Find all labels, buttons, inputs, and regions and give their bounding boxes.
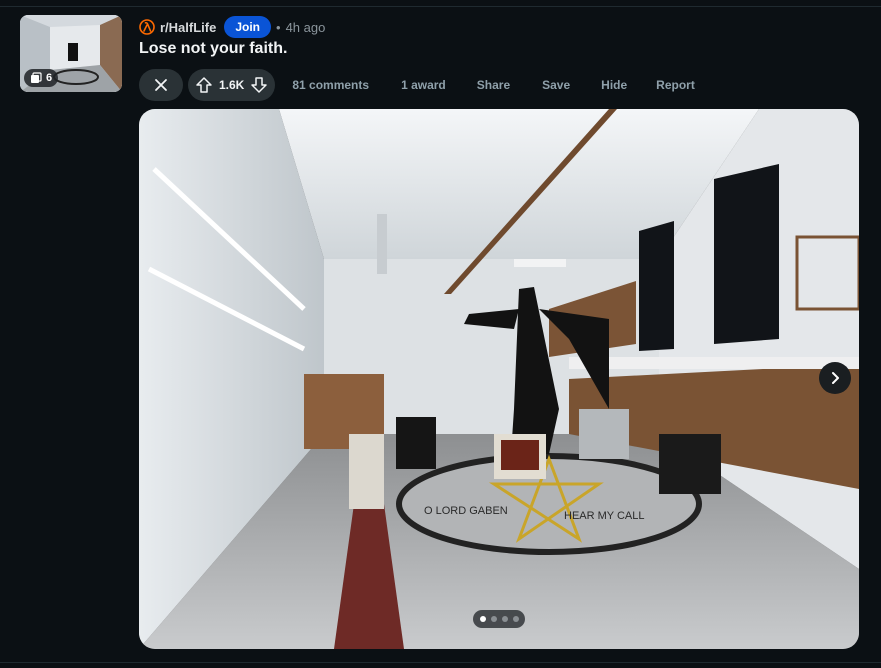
pager-dot-1[interactable]	[479, 616, 486, 622]
hide-button[interactable]: Hide	[601, 69, 627, 101]
post-meta: r/HalfLife Join • 4h ago	[139, 16, 325, 38]
save-button[interactable]: Save	[542, 69, 570, 101]
gallery-count-badge: 6	[24, 69, 59, 87]
comments-button[interactable]: 81 comments	[292, 69, 369, 101]
chevron-right-icon	[832, 372, 839, 384]
close-button[interactable]	[139, 69, 183, 101]
downvote-icon[interactable]	[250, 76, 268, 94]
gallery-icon	[31, 72, 42, 83]
floor-text-right: HEAR MY CALL	[564, 510, 645, 522]
report-button[interactable]: Report	[656, 69, 695, 101]
bottom-divider	[0, 662, 881, 663]
pager-dot-3[interactable]	[501, 616, 508, 622]
post-thumbnail[interactable]: 6	[20, 15, 122, 92]
gallery-count: 6	[46, 72, 53, 84]
upvote-icon[interactable]	[195, 76, 213, 94]
vote-control: 1.6K	[188, 69, 276, 101]
pager-dot-2[interactable]	[490, 616, 497, 622]
subreddit-link[interactable]: r/HalfLife	[160, 20, 216, 35]
next-slide-button[interactable]	[819, 362, 851, 394]
post-age: 4h ago	[285, 19, 326, 35]
share-button[interactable]: Share	[477, 69, 510, 101]
award-button[interactable]: 1 award	[401, 69, 446, 101]
top-divider	[0, 6, 881, 7]
slide-pager	[473, 610, 525, 628]
action-bar: 1.6K 81 comments 1 award Share Save Hide…	[139, 69, 695, 101]
close-icon	[155, 79, 167, 91]
vote-score: 1.6K	[219, 78, 245, 92]
gallery-viewer[interactable]: O LORD GABEN HEAR MY CALL	[139, 109, 859, 649]
half-life-lambda-icon[interactable]	[139, 19, 155, 35]
pager-dot-4[interactable]	[512, 616, 519, 622]
floor-text-left: O LORD GABEN	[424, 505, 508, 517]
gallery-photo: O LORD GABEN HEAR MY CALL	[139, 109, 859, 649]
post-title[interactable]: Lose not your faith.	[139, 40, 287, 58]
meta-separator: •	[276, 19, 281, 35]
join-button[interactable]: Join	[224, 16, 272, 38]
